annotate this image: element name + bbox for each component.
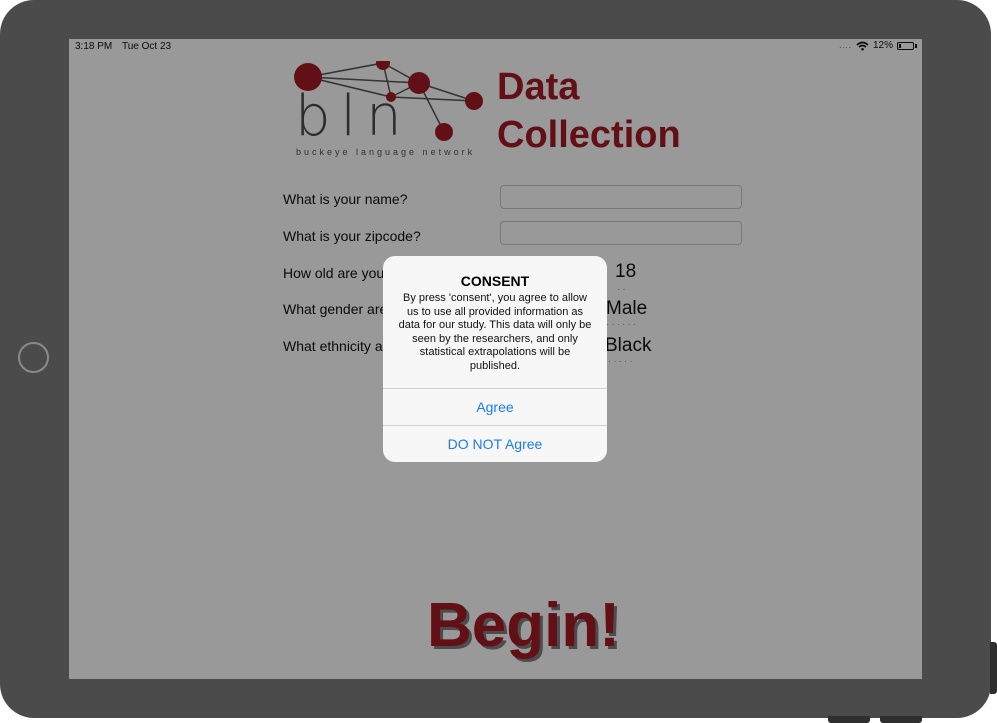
volume-button-1 bbox=[828, 716, 870, 723]
alert-title: CONSENT bbox=[460, 273, 530, 289]
volume-button-2 bbox=[880, 716, 922, 723]
do-not-agree-button[interactable]: DO NOT Agree bbox=[383, 425, 607, 461]
alert-message: By press 'consent', you agree to allow u… bbox=[398, 292, 592, 372]
home-button[interactable] bbox=[18, 342, 49, 373]
side-button bbox=[990, 642, 997, 694]
screen: 3:18 PM Tue Oct 23 .... 12% bln buckeye … bbox=[69, 39, 922, 679]
consent-alert: CONSENT By press 'consent', you agree to… bbox=[383, 256, 607, 462]
agree-button[interactable]: Agree bbox=[383, 388, 607, 424]
